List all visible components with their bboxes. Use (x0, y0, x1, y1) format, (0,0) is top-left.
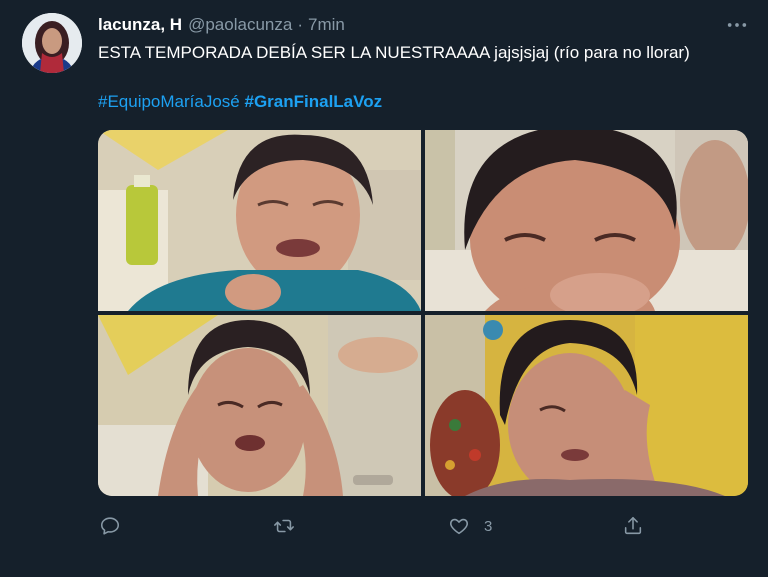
heart-icon (449, 518, 469, 535)
tweet[interactable]: lacunza, H @paolacunza · 7min ESTA TEMPO… (0, 0, 768, 577)
timestamp[interactable]: 7min (308, 15, 345, 35)
tweet-actions: 3 (0, 513, 768, 539)
reply-icon (100, 517, 120, 535)
like-count: 3 (484, 517, 493, 535)
retweet-button[interactable] (273, 513, 295, 539)
hashtag-equipo-maria-jose[interactable]: #EquipoMaríaJosé (98, 92, 240, 111)
more-dots-icon (727, 23, 747, 27)
photo-4[interactable] (425, 315, 748, 496)
more-options-button[interactable] (722, 14, 752, 36)
photo-1[interactable] (98, 130, 421, 311)
user-handle[interactable]: @paolacunza (188, 15, 292, 35)
media-grid (98, 130, 748, 496)
avatar[interactable] (22, 13, 82, 73)
reply-button[interactable] (99, 513, 121, 539)
separator-dot: · (297, 15, 303, 34)
tweet-text: ESTA TEMPORADA DEBÍA SER LA NUESTRAAAA j… (98, 43, 690, 62)
retweet-icon (274, 519, 294, 533)
hashtag-line: #EquipoMaríaJosé #GranFinalLaVoz (98, 90, 382, 114)
hashtag-gran-final-la-voz[interactable]: #GranFinalLaVoz (245, 92, 383, 111)
like-button[interactable]: 3 (448, 513, 492, 539)
display-name[interactable]: lacunza, H (98, 15, 182, 35)
photo-3[interactable] (98, 315, 421, 496)
share-button[interactable] (622, 513, 644, 539)
tweet-header: lacunza, H @paolacunza · 7min (98, 13, 345, 37)
photo-2[interactable] (425, 130, 748, 311)
share-icon (624, 516, 642, 535)
